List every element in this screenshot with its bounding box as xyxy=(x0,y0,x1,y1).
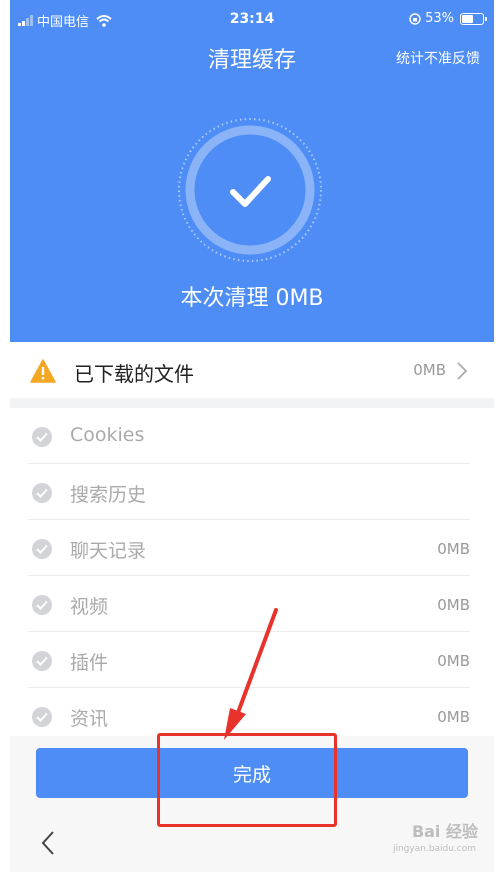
progress-ring xyxy=(178,118,322,262)
chevron-right-icon xyxy=(457,362,468,380)
status-right: 53% xyxy=(409,11,487,26)
battery-icon xyxy=(460,12,487,25)
annotation-highlight-box xyxy=(157,733,337,827)
list-item: 插件 0MB xyxy=(10,632,494,688)
check-icon xyxy=(32,651,52,671)
list-item: 搜索历史 xyxy=(10,464,494,520)
list-item-value: 0MB xyxy=(437,708,470,726)
warning-icon xyxy=(30,359,56,383)
list-item-label: 搜索历史 xyxy=(70,484,147,506)
back-icon[interactable] xyxy=(40,830,56,856)
status-bar: 中国电信 23:14 53% xyxy=(10,0,494,38)
list-item: 聊天记录 0MB xyxy=(10,520,494,576)
check-icon xyxy=(32,427,52,447)
list-item-value: 0MB xyxy=(437,596,470,614)
list-item-label: 资讯 xyxy=(70,708,109,730)
check-icon xyxy=(230,176,271,207)
watermark: Bai 经验 xyxy=(411,822,478,841)
battery-percent: 53% xyxy=(425,11,454,26)
rotation-lock-icon xyxy=(409,12,421,25)
cleanup-result: 本次清理 0MB xyxy=(180,286,324,311)
cleanup-header-panel: 中国电信 23:14 53% 清理缓存 统计不准反馈 本次清理 0MB xyxy=(10,0,494,342)
list-item-label: 聊天记录 xyxy=(70,540,147,562)
list-item-value: 0MB xyxy=(437,540,470,558)
watermark-url: jingyan.baidu.com xyxy=(392,844,476,854)
list-item: Cookies xyxy=(10,408,494,464)
downloaded-files-label: 已下载的文件 xyxy=(74,362,194,386)
check-icon xyxy=(32,483,52,503)
cleanup-list: Cookies 搜索历史 聊天记录 0MB 视频 0MB 插件 0MB 资讯 0… xyxy=(10,408,494,736)
check-icon xyxy=(32,707,52,727)
list-item: 视频 0MB xyxy=(10,576,494,632)
check-icon xyxy=(32,539,52,559)
cleanup-complete-indicator xyxy=(176,116,324,264)
list-item: 资讯 0MB xyxy=(10,688,494,736)
section-gap xyxy=(10,398,494,408)
feedback-link[interactable]: 统计不准反馈 xyxy=(396,48,480,68)
list-item-label: 视频 xyxy=(70,596,109,618)
list-item-label: 插件 xyxy=(70,652,109,674)
downloaded-files-size: 0MB xyxy=(413,361,446,379)
check-icon xyxy=(32,595,52,615)
list-item-value: 0MB xyxy=(437,652,470,670)
list-item-label: Cookies xyxy=(70,424,145,446)
downloaded-files-row[interactable]: 已下载的文件 0MB xyxy=(10,344,494,398)
